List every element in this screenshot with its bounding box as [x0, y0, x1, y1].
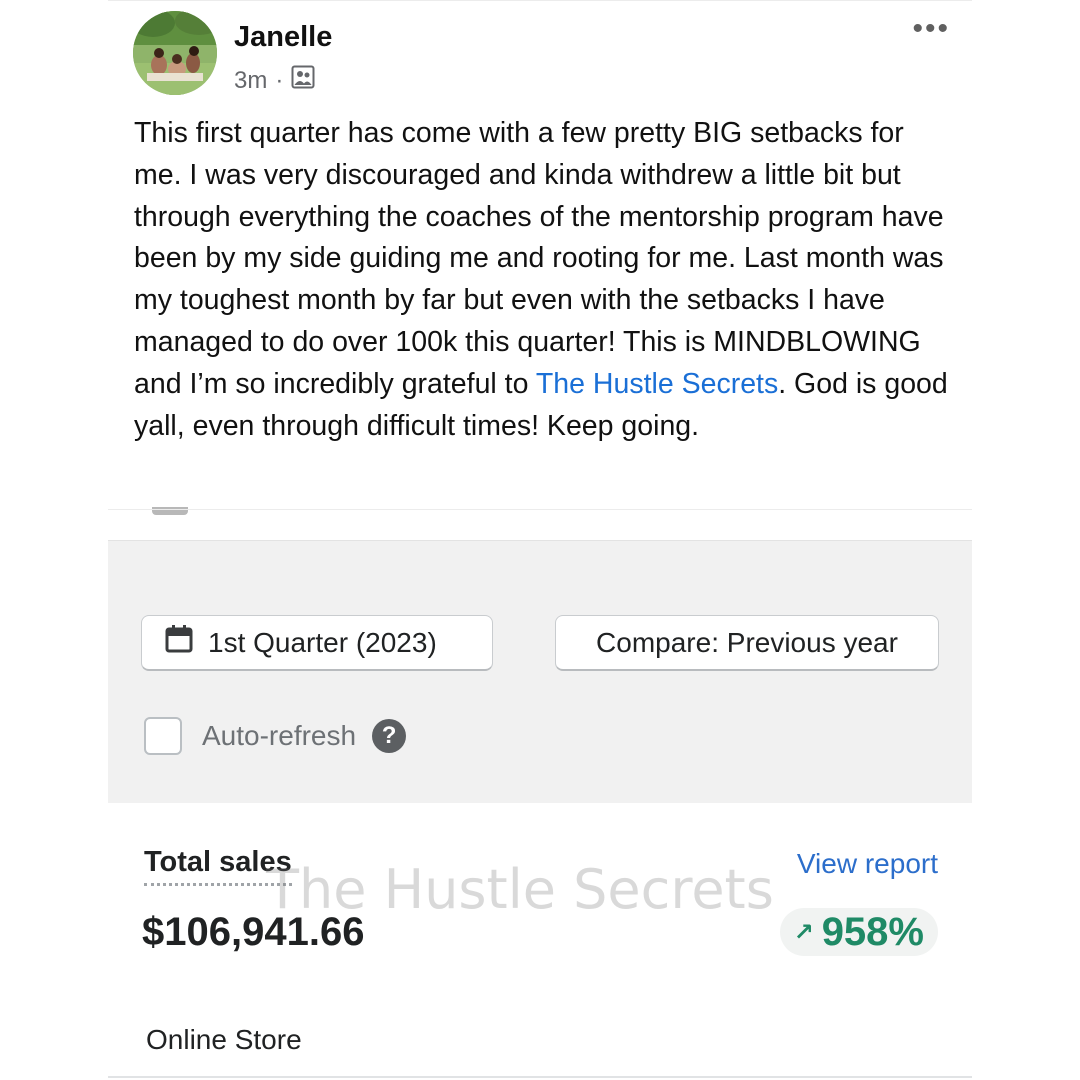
social-post: Janelle 3m · ••• This first quarter has …: [108, 0, 972, 541]
post-text-start: This first quarter has come with a few p…: [134, 117, 944, 400]
date-range-button[interactable]: 1st Quarter (2023): [141, 615, 493, 671]
total-sales-label[interactable]: Total sales: [144, 846, 292, 886]
mention-link[interactable]: The Hustle Secrets: [536, 368, 778, 400]
auto-refresh-row: Auto-refresh ?: [144, 717, 407, 755]
post-meta: 3m ·: [234, 65, 315, 96]
more-options-button[interactable]: •••: [912, 14, 950, 44]
change-badge: ↗ 958%: [779, 908, 938, 956]
compare-label: Compare: Previous year: [596, 626, 898, 658]
sales-report-screenshot: 1st Quarter (2023) Compare: Previous yea…: [108, 540, 972, 1080]
auto-refresh-checkbox[interactable]: [144, 717, 182, 755]
author-name[interactable]: Janelle: [234, 21, 332, 54]
view-report-link[interactable]: View report: [797, 848, 938, 880]
help-icon[interactable]: ?: [372, 719, 407, 753]
avatar-photo: [133, 11, 217, 95]
date-range-label: 1st Quarter (2023): [208, 626, 437, 658]
post-body: This first quarter has come with a few p…: [134, 113, 954, 447]
meta-separator: ·: [275, 66, 284, 94]
trend-up-icon: ↗: [793, 918, 814, 946]
group-members-icon: [291, 65, 315, 96]
bottom-divider: [108, 1076, 972, 1078]
total-sales-value: $106,941.66: [142, 910, 365, 954]
channel-label: Online Store: [146, 1024, 302, 1055]
post-time[interactable]: 3m: [234, 67, 267, 95]
post-divider: [108, 509, 972, 510]
change-percent: 958%: [821, 909, 924, 954]
author-avatar[interactable]: [133, 11, 217, 95]
filter-panel: 1st Quarter (2023) Compare: Previous yea…: [108, 540, 972, 803]
calendar-icon: [164, 624, 194, 661]
auto-refresh-label[interactable]: Auto-refresh: [202, 720, 356, 752]
compare-button[interactable]: Compare: Previous year: [555, 615, 939, 671]
